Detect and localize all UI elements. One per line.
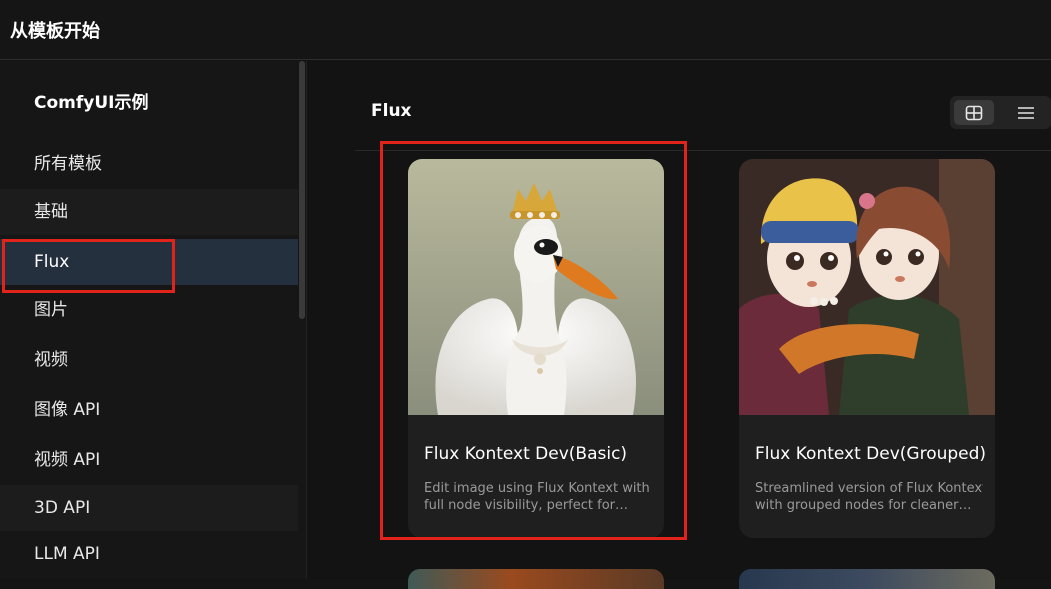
card-description-line: with grouped nodes for cleaner… (755, 498, 972, 513)
card-description: Streamlined version of Flux Kontext with… (755, 480, 983, 514)
sidebar: ComfyUI示例 所有模板 基础 Flux 图片 视频 图像 API 视频 A… (0, 61, 306, 579)
sidebar-heading: ComfyUI示例 (34, 93, 149, 113)
dialog-title: 从模板开始 (10, 21, 100, 42)
grid-view-button[interactable] (954, 100, 994, 125)
template-card-peek[interactable] (408, 569, 664, 589)
card-description-line: Edit image using Flux Kontext with (424, 481, 650, 496)
sidebar-item-basics[interactable]: 基础 (0, 189, 298, 235)
section-divider (355, 150, 1051, 151)
template-card-peek[interactable] (739, 569, 995, 589)
card-title: Flux Kontext Dev(Basic) (424, 444, 628, 464)
sidebar-item-llm-api[interactable]: LLM API (0, 531, 298, 577)
list-icon (1018, 106, 1034, 119)
dialog-header: 从模板开始 (0, 0, 1051, 60)
sidebar-item-all-templates[interactable]: 所有模板 (0, 141, 298, 187)
list-view-button[interactable] (1006, 100, 1046, 125)
sidebar-item-image-api[interactable]: 图像 API (0, 387, 298, 433)
swan-with-crown-image (408, 159, 664, 415)
sidebar-item-video[interactable]: 视频 (0, 337, 298, 383)
sidebar-item-flux[interactable]: Flux (0, 239, 298, 285)
card-description-line: full node visibility, perfect for… (424, 498, 629, 513)
section-title: Flux (371, 101, 412, 121)
sidebar-item-video-api[interactable]: 视频 API (0, 437, 298, 483)
grid-icon (965, 105, 983, 120)
template-card-flux-kontext-grouped[interactable]: Flux Kontext Dev(Grouped) Streamlined ve… (739, 159, 995, 538)
sidebar-scrollbar[interactable] (299, 61, 305, 319)
card-description-line: Streamlined version of Flux Kontext (755, 481, 983, 496)
template-gallery: Flux Flux Kontext Dev(Basic) Edit image … (307, 61, 1051, 589)
two-dolls-hugging-image (739, 159, 995, 415)
template-card-flux-kontext-basic[interactable]: Flux Kontext Dev(Basic) Edit image using… (408, 159, 664, 538)
card-description: Edit image using Flux Kontext with full … (424, 480, 652, 514)
view-toggle (950, 96, 1051, 129)
sidebar-item-3d-api[interactable]: 3D API (0, 485, 298, 531)
sidebar-item-image[interactable]: 图片 (0, 287, 298, 333)
card-title: Flux Kontext Dev(Grouped) (755, 444, 987, 464)
